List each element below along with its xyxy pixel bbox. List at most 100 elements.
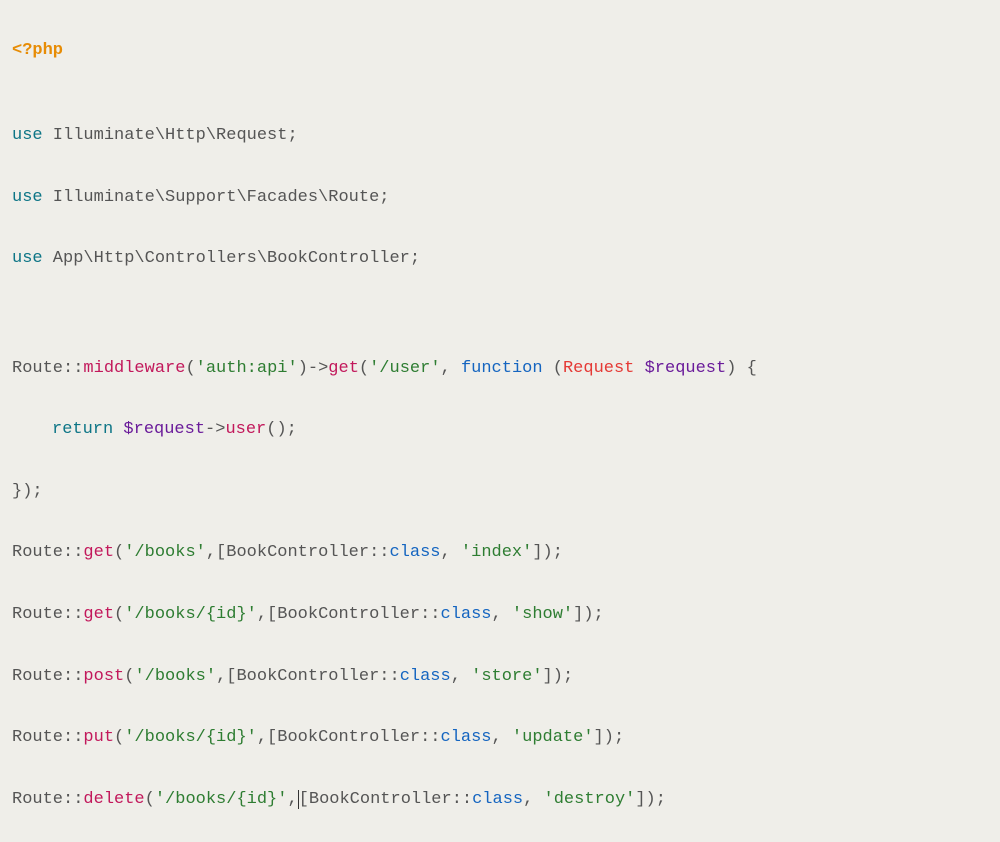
- paren: ): [726, 359, 736, 378]
- double-colon: ::: [379, 667, 399, 686]
- use-path: Illuminate\Support\Facades\Route;: [43, 188, 390, 207]
- use-keyword: use: [12, 188, 43, 207]
- paren: (: [114, 543, 124, 562]
- parens: ();: [266, 420, 297, 439]
- double-colon: ::: [63, 605, 83, 624]
- string-action: 'show': [512, 605, 573, 624]
- code-line-8: Route::middleware('auth:api')->get('/use…: [4, 350, 996, 388]
- class-keyword: class: [400, 667, 451, 686]
- code-line-4: use Illuminate\Support\Facades\Route;: [4, 179, 996, 217]
- method-middleware: middleware: [83, 359, 185, 378]
- route-class: Route: [12, 605, 63, 624]
- paren: (: [553, 359, 563, 378]
- class-keyword: class: [441, 728, 492, 747]
- closing: });: [12, 482, 43, 501]
- comma: ,: [492, 728, 512, 747]
- comma: ,: [492, 605, 512, 624]
- code-line-12: Route::get('/books/{id}',[BookController…: [4, 596, 996, 634]
- comma-bracket: ,[: [216, 667, 236, 686]
- code-line-5: use App\Http\Controllers\BookController;: [4, 240, 996, 278]
- method-get: get: [328, 359, 359, 378]
- string-path: '/books/{id}': [124, 728, 257, 747]
- controller: BookController: [277, 605, 420, 624]
- route-class: Route: [12, 543, 63, 562]
- paren: (: [145, 790, 155, 809]
- paren: (: [114, 728, 124, 747]
- code-line-11: Route::get('/books',[BookController::cla…: [4, 534, 996, 572]
- use-path: Illuminate\Http\Request;: [43, 126, 298, 145]
- paren: ): [298, 359, 308, 378]
- double-colon: ::: [420, 728, 440, 747]
- code-line-10: });: [4, 473, 996, 511]
- controller: BookController: [236, 667, 379, 686]
- double-colon: ::: [63, 667, 83, 686]
- var-request: $request: [645, 359, 727, 378]
- use-keyword: use: [12, 126, 43, 145]
- string-path: '/books': [124, 543, 206, 562]
- closing: ]);: [635, 790, 666, 809]
- comma: ,: [441, 359, 461, 378]
- string-path: '/books/{id}': [155, 790, 288, 809]
- code-line-13: Route::post('/books',[BookController::cl…: [4, 658, 996, 696]
- route-class: Route: [12, 359, 63, 378]
- method-put: put: [83, 728, 114, 747]
- double-colon: ::: [63, 790, 83, 809]
- paren: (: [124, 667, 134, 686]
- route-class: Route: [12, 728, 63, 747]
- bracket: [: [299, 790, 309, 809]
- code-line-3: use Illuminate\Http\Request;: [4, 117, 996, 155]
- string-path: '/books/{id}': [124, 605, 257, 624]
- controller: BookController: [277, 728, 420, 747]
- route-class: Route: [12, 667, 63, 686]
- type-request: Request: [563, 359, 634, 378]
- controller: BookController: [309, 790, 452, 809]
- double-colon: ::: [369, 543, 389, 562]
- comma: ,: [287, 790, 297, 809]
- method-delete: delete: [83, 790, 144, 809]
- string-action: 'store': [471, 667, 542, 686]
- code-line-15: Route::delete('/books/{id}',[BookControl…: [4, 781, 996, 819]
- code-block: <?php use Illuminate\Http\Request; use I…: [4, 8, 996, 842]
- closing: ]);: [532, 543, 563, 562]
- string-auth: 'auth:api': [196, 359, 298, 378]
- code-line-1: <?php: [4, 32, 996, 70]
- method-post: post: [83, 667, 124, 686]
- use-path: App\Http\Controllers\BookController;: [43, 249, 420, 268]
- arrow: ->: [308, 359, 328, 378]
- double-colon: ::: [63, 728, 83, 747]
- php-open-tag: <?php: [12, 41, 63, 60]
- closing: ]);: [543, 667, 574, 686]
- comma: ,: [523, 790, 543, 809]
- class-keyword: class: [441, 605, 492, 624]
- double-colon: ::: [63, 359, 83, 378]
- method-get: get: [83, 543, 114, 562]
- double-colon: ::: [63, 543, 83, 562]
- paren: (: [185, 359, 195, 378]
- comma-bracket: ,[: [257, 728, 277, 747]
- code-line-9: return $request->user();: [4, 411, 996, 449]
- string-action: 'update': [512, 728, 594, 747]
- comma: ,: [451, 667, 471, 686]
- comma-bracket: ,[: [206, 543, 226, 562]
- class-keyword: class: [472, 790, 523, 809]
- controller: BookController: [226, 543, 369, 562]
- closing: ]);: [573, 605, 604, 624]
- comma: ,: [441, 543, 461, 562]
- string-user: '/user': [369, 359, 440, 378]
- closing: ]);: [594, 728, 625, 747]
- method-get: get: [83, 605, 114, 624]
- method-user: user: [225, 420, 266, 439]
- paren: (: [359, 359, 369, 378]
- comma-bracket: ,[: [257, 605, 277, 624]
- string-path: '/books': [134, 667, 216, 686]
- string-action: 'destroy': [544, 790, 636, 809]
- double-colon: ::: [420, 605, 440, 624]
- paren: (: [114, 605, 124, 624]
- double-colon: ::: [452, 790, 472, 809]
- class-keyword: class: [390, 543, 441, 562]
- arrow: ->: [205, 420, 225, 439]
- brace: {: [747, 359, 757, 378]
- return-keyword: return: [52, 420, 113, 439]
- route-class: Route: [12, 790, 63, 809]
- code-line-14: Route::put('/books/{id}',[BookController…: [4, 719, 996, 757]
